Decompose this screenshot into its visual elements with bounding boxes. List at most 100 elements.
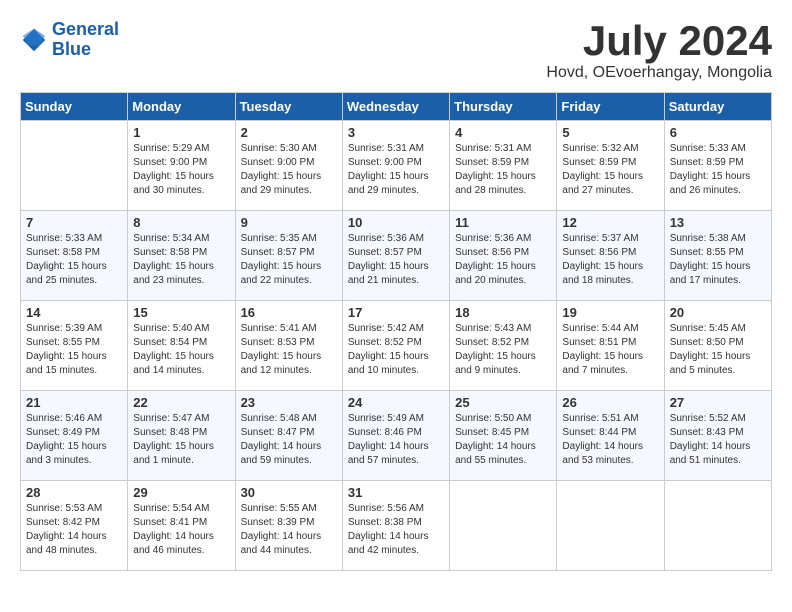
header: General Blue July 2024 Hovd, OEvoerhanga… bbox=[20, 20, 772, 82]
day-info: Sunrise: 5:42 AM Sunset: 8:52 PM Dayligh… bbox=[348, 322, 444, 378]
day-number: 12 bbox=[562, 215, 658, 230]
day-info: Sunrise: 5:34 AM Sunset: 8:58 PM Dayligh… bbox=[133, 232, 229, 288]
day-number: 4 bbox=[455, 125, 551, 140]
logo-text: General Blue bbox=[52, 20, 119, 60]
day-number: 14 bbox=[26, 305, 122, 320]
day-info: Sunrise: 5:37 AM Sunset: 8:56 PM Dayligh… bbox=[562, 232, 658, 288]
day-number: 2 bbox=[241, 125, 337, 140]
calendar-cell: 25 Sunrise: 5:50 AM Sunset: 8:45 PM Dayli… bbox=[450, 391, 557, 481]
calendar-cell: 18 Sunrise: 5:43 AM Sunset: 8:52 PM Dayli… bbox=[450, 301, 557, 391]
day-number: 17 bbox=[348, 305, 444, 320]
calendar-cell: 16 Sunrise: 5:41 AM Sunset: 8:53 PM Dayli… bbox=[235, 301, 342, 391]
day-number: 30 bbox=[241, 485, 337, 500]
day-number: 16 bbox=[241, 305, 337, 320]
calendar-cell: 19 Sunrise: 5:44 AM Sunset: 8:51 PM Dayli… bbox=[557, 301, 664, 391]
calendar-cell: 24 Sunrise: 5:49 AM Sunset: 8:46 PM Dayli… bbox=[342, 391, 449, 481]
day-number: 8 bbox=[133, 215, 229, 230]
day-info: Sunrise: 5:41 AM Sunset: 8:53 PM Dayligh… bbox=[241, 322, 337, 378]
calendar-cell: 6 Sunrise: 5:33 AM Sunset: 8:59 PM Daylig… bbox=[664, 121, 771, 211]
calendar-body: 1Sunrise: 5:29 AM Sunset: 9:00 PM Daylig… bbox=[21, 121, 772, 571]
calendar-cell: 8 Sunrise: 5:34 AM Sunset: 8:58 PM Daylig… bbox=[128, 211, 235, 301]
day-info: Sunrise: 5:45 AM Sunset: 8:50 PM Dayligh… bbox=[670, 322, 766, 378]
calendar-cell: 21 Sunrise: 5:46 AM Sunset: 8:49 PM Dayli… bbox=[21, 391, 128, 481]
calendar-cell: 23Sunrise: 5:48 AM Sunset: 8:47 PM Dayli… bbox=[235, 391, 342, 481]
calendar-cell: 10Sunrise: 5:36 AM Sunset: 8:57 PM Dayli… bbox=[342, 211, 449, 301]
day-info: Sunrise: 5:56 AM Sunset: 8:38 PM Dayligh… bbox=[348, 502, 444, 558]
day-info: Sunrise: 5:35 AM Sunset: 8:57 PM Dayligh… bbox=[241, 232, 337, 288]
week-row-3: 14 Sunrise: 5:39 AM Sunset: 8:55 PM Dayli… bbox=[21, 301, 772, 391]
week-row-4: 21 Sunrise: 5:46 AM Sunset: 8:49 PM Dayli… bbox=[21, 391, 772, 481]
logo-line2: Blue bbox=[52, 39, 91, 59]
logo: General Blue bbox=[20, 20, 119, 60]
day-info: Sunrise: 5:53 AM Sunset: 8:42 PM Dayligh… bbox=[26, 502, 122, 558]
column-header-monday: Monday bbox=[128, 93, 235, 121]
calendar-cell: 9Sunrise: 5:35 AM Sunset: 8:57 PM Daylig… bbox=[235, 211, 342, 301]
calendar-cell: 17 Sunrise: 5:42 AM Sunset: 8:52 PM Dayli… bbox=[342, 301, 449, 391]
day-info: Sunrise: 5:36 AM Sunset: 8:56 PM Dayligh… bbox=[455, 232, 551, 288]
day-info: Sunrise: 5:52 AM Sunset: 8:43 PM Dayligh… bbox=[670, 412, 766, 468]
calendar-cell bbox=[450, 481, 557, 571]
calendar-cell: 5Sunrise: 5:32 AM Sunset: 8:59 PM Daylig… bbox=[557, 121, 664, 211]
calendar-cell: 12 Sunrise: 5:37 AM Sunset: 8:56 PM Dayli… bbox=[557, 211, 664, 301]
day-number: 23 bbox=[241, 395, 337, 410]
day-info: Sunrise: 5:54 AM Sunset: 8:41 PM Dayligh… bbox=[133, 502, 229, 558]
day-number: 26 bbox=[562, 395, 658, 410]
day-number: 3 bbox=[348, 125, 444, 140]
column-header-sunday: Sunday bbox=[21, 93, 128, 121]
calendar-cell: 30Sunrise: 5:55 AM Sunset: 8:39 PM Dayli… bbox=[235, 481, 342, 571]
header-row: SundayMondayTuesdayWednesdayThursdayFrid… bbox=[21, 93, 772, 121]
column-header-friday: Friday bbox=[557, 93, 664, 121]
day-info: Sunrise: 5:39 AM Sunset: 8:55 PM Dayligh… bbox=[26, 322, 122, 378]
day-info: Sunrise: 5:33 AM Sunset: 8:58 PM Dayligh… bbox=[26, 232, 122, 288]
day-info: Sunrise: 5:33 AM Sunset: 8:59 PM Dayligh… bbox=[670, 142, 766, 198]
day-number: 24 bbox=[348, 395, 444, 410]
day-number: 22 bbox=[133, 395, 229, 410]
logo-line1: General bbox=[52, 19, 119, 39]
calendar-cell: 31Sunrise: 5:56 AM Sunset: 8:38 PM Dayli… bbox=[342, 481, 449, 571]
day-number: 1 bbox=[133, 125, 229, 140]
day-number: 11 bbox=[455, 215, 551, 230]
day-number: 28 bbox=[26, 485, 122, 500]
day-info: Sunrise: 5:40 AM Sunset: 8:54 PM Dayligh… bbox=[133, 322, 229, 378]
day-number: 6 bbox=[670, 125, 766, 140]
day-info: Sunrise: 5:32 AM Sunset: 8:59 PM Dayligh… bbox=[562, 142, 658, 198]
calendar-cell: 20 Sunrise: 5:45 AM Sunset: 8:50 PM Dayli… bbox=[664, 301, 771, 391]
day-info: Sunrise: 5:44 AM Sunset: 8:51 PM Dayligh… bbox=[562, 322, 658, 378]
calendar-cell: 15Sunrise: 5:40 AM Sunset: 8:54 PM Dayli… bbox=[128, 301, 235, 391]
day-number: 19 bbox=[562, 305, 658, 320]
calendar-cell: 3 Sunrise: 5:31 AM Sunset: 9:00 PM Daylig… bbox=[342, 121, 449, 211]
calendar-cell bbox=[664, 481, 771, 571]
day-info: Sunrise: 5:31 AM Sunset: 9:00 PM Dayligh… bbox=[348, 142, 444, 198]
calendar-cell: 26 Sunrise: 5:51 AM Sunset: 8:44 PM Dayli… bbox=[557, 391, 664, 481]
day-number: 18 bbox=[455, 305, 551, 320]
day-number: 20 bbox=[670, 305, 766, 320]
calendar-cell: 4Sunrise: 5:31 AM Sunset: 8:59 PM Daylig… bbox=[450, 121, 557, 211]
column-header-tuesday: Tuesday bbox=[235, 93, 342, 121]
title-section: July 2024 Hovd, OEvoerhangay, Mongolia bbox=[546, 20, 772, 82]
day-number: 25 bbox=[455, 395, 551, 410]
day-info: Sunrise: 5:38 AM Sunset: 8:55 PM Dayligh… bbox=[670, 232, 766, 288]
calendar-table: SundayMondayTuesdayWednesdayThursdayFrid… bbox=[20, 92, 772, 571]
day-info: Sunrise: 5:51 AM Sunset: 8:44 PM Dayligh… bbox=[562, 412, 658, 468]
column-header-thursday: Thursday bbox=[450, 93, 557, 121]
week-row-5: 28 Sunrise: 5:53 AM Sunset: 8:42 PM Dayli… bbox=[21, 481, 772, 571]
week-row-2: 7 Sunrise: 5:33 AM Sunset: 8:58 PM Daylig… bbox=[21, 211, 772, 301]
calendar-cell bbox=[21, 121, 128, 211]
column-header-saturday: Saturday bbox=[664, 93, 771, 121]
day-number: 29 bbox=[133, 485, 229, 500]
day-info: Sunrise: 5:50 AM Sunset: 8:45 PM Dayligh… bbox=[455, 412, 551, 468]
day-info: Sunrise: 5:49 AM Sunset: 8:46 PM Dayligh… bbox=[348, 412, 444, 468]
day-info: Sunrise: 5:46 AM Sunset: 8:49 PM Dayligh… bbox=[26, 412, 122, 468]
day-number: 13 bbox=[670, 215, 766, 230]
calendar-cell: 28 Sunrise: 5:53 AM Sunset: 8:42 PM Dayli… bbox=[21, 481, 128, 571]
day-number: 7 bbox=[26, 215, 122, 230]
day-info: Sunrise: 5:43 AM Sunset: 8:52 PM Dayligh… bbox=[455, 322, 551, 378]
day-info: Sunrise: 5:36 AM Sunset: 8:57 PM Dayligh… bbox=[348, 232, 444, 288]
calendar-cell: 2Sunrise: 5:30 AM Sunset: 9:00 PM Daylig… bbox=[235, 121, 342, 211]
calendar-cell: 1Sunrise: 5:29 AM Sunset: 9:00 PM Daylig… bbox=[128, 121, 235, 211]
day-number: 21 bbox=[26, 395, 122, 410]
calendar-cell: 11 Sunrise: 5:36 AM Sunset: 8:56 PM Dayli… bbox=[450, 211, 557, 301]
logo-icon bbox=[20, 26, 48, 54]
month-title: July 2024 bbox=[546, 20, 772, 62]
calendar-cell: 27Sunrise: 5:52 AM Sunset: 8:43 PM Dayli… bbox=[664, 391, 771, 481]
